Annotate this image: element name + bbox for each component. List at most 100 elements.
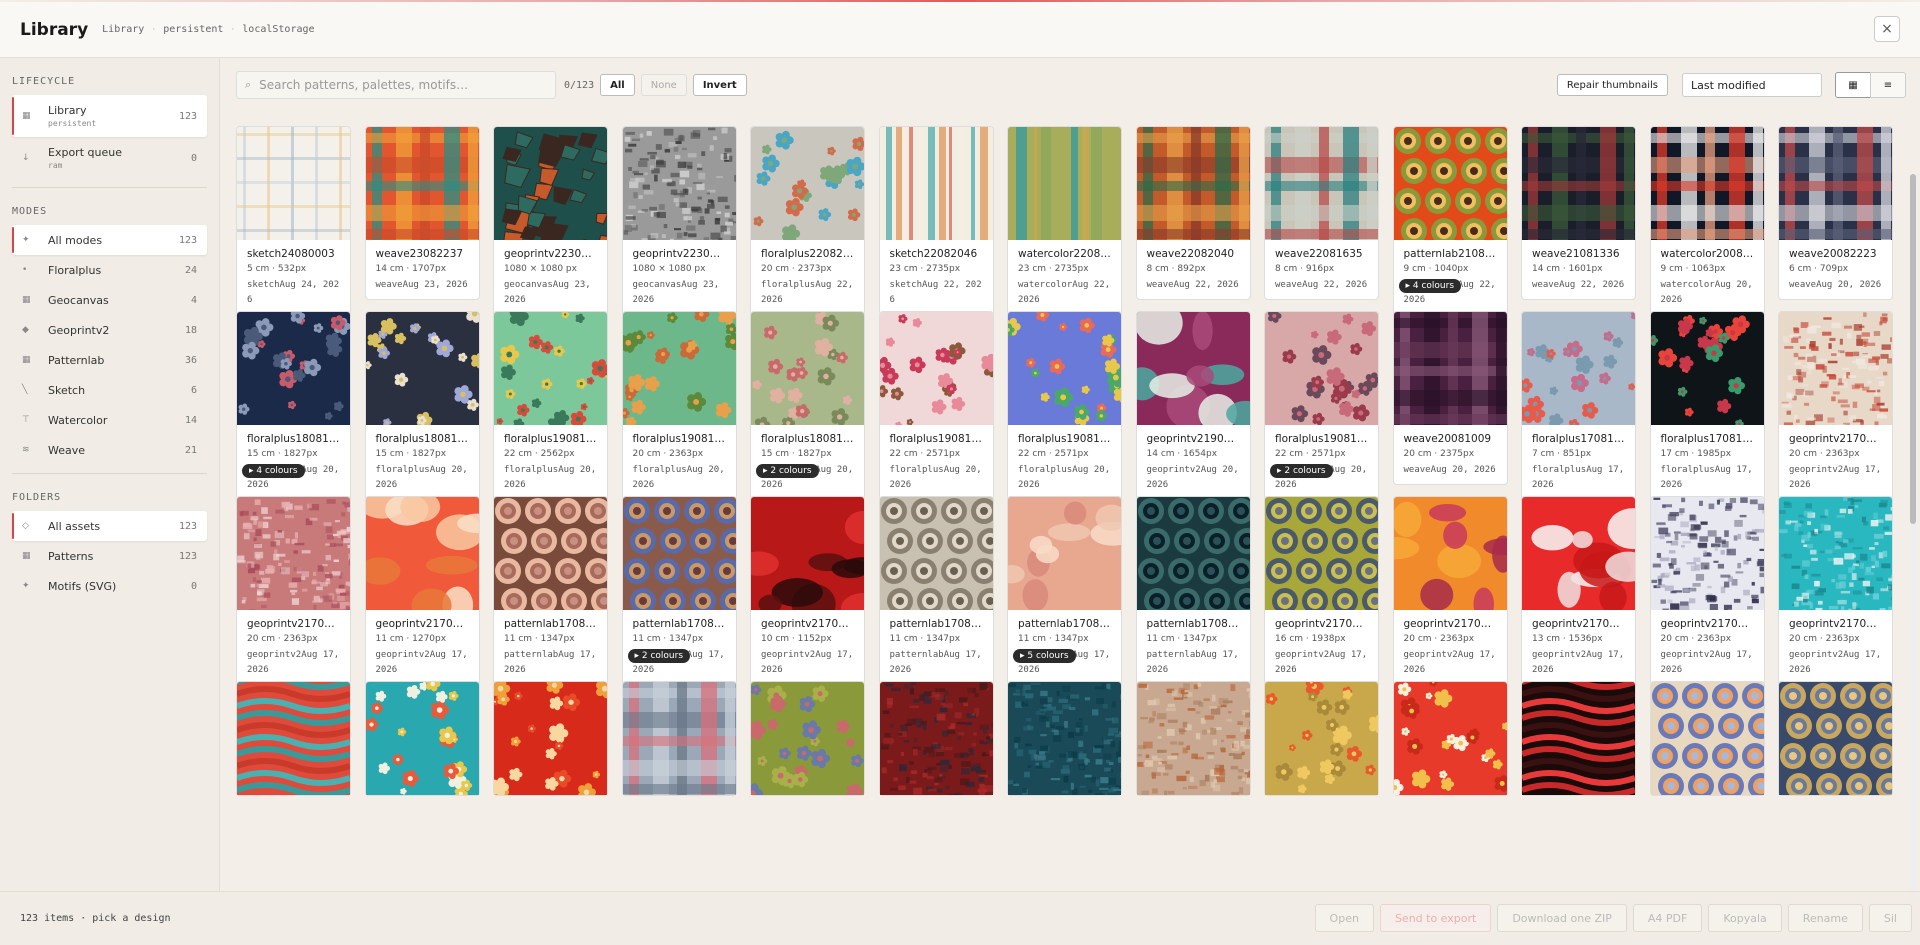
- sidebar-item-floralplus[interactable]: • Floralplus 24: [12, 255, 207, 285]
- asset-card[interactable]: weave23082237 14 cm · 1707px weaveAug 23, …: [364, 126, 480, 300]
- asset-card[interactable]: [1521, 681, 1636, 796]
- asset-card[interactable]: floralplus19081147 20 cm · 2363px floralpl…: [621, 311, 737, 500]
- asset-card[interactable]: geoprintv219081… 14 cm · 1654px geoprintv2…: [1135, 311, 1251, 500]
- asset-thumbnail[interactable]: [622, 312, 736, 425]
- asset-thumbnail[interactable]: [1008, 127, 1121, 240]
- repair-thumbnails-button[interactable]: Repair thumbnails: [1556, 74, 1668, 96]
- asset-thumbnail[interactable]: [494, 127, 607, 240]
- asset-card[interactable]: weave22081635 8 cm · 916px weaveAug 22, 20…: [1264, 126, 1379, 300]
- asset-card[interactable]: geoprintv217081… 16 cm · 1938px geoprintv2…: [1264, 496, 1379, 685]
- asset-card[interactable]: floralplus17081328 17 cm · 1985px floralpl…: [1649, 311, 1765, 500]
- asset-thumbnail[interactable]: [1393, 312, 1507, 425]
- scrollbar[interactable]: [1910, 174, 1916, 891]
- sidebar-item-export-queue[interactable]: ↓ Export queue ram 0: [12, 137, 207, 179]
- asset-card[interactable]: [1778, 681, 1893, 796]
- open-button[interactable]: Open: [1314, 904, 1374, 932]
- sidebar-item-weave[interactable]: ≋ Weave 21: [12, 435, 207, 465]
- asset-card[interactable]: weave22082040 8 cm · 892px weaveAug 22, 20…: [1135, 126, 1251, 300]
- select-none-button[interactable]: None: [640, 74, 687, 96]
- asset-card[interactable]: floralplus19081737 22 cm · 2571px floralpl…: [878, 311, 994, 500]
- asset-thumbnail[interactable]: [1522, 127, 1635, 240]
- colour-count-badge[interactable]: ▸ 5 colours: [1013, 649, 1076, 663]
- asset-thumbnail[interactable]: [1393, 682, 1507, 795]
- asset-card[interactable]: geoprintv217081… 11 cm · 1270px geoprintv2…: [364, 496, 480, 685]
- sort-select[interactable]: Last modified: [1682, 73, 1822, 97]
- asset-thumbnail[interactable]: [1136, 127, 1250, 240]
- asset-thumbnail[interactable]: [879, 497, 993, 610]
- asset-thumbnail[interactable]: [622, 127, 736, 240]
- asset-thumbnail[interactable]: [622, 497, 736, 610]
- asset-card[interactable]: patternlab170813…11 cm · 1347pxpatternla…: [1007, 496, 1122, 685]
- colour-count-badge[interactable]: ▸ 4 colours: [242, 464, 305, 478]
- asset-card[interactable]: geoprintv217081… 20 cm · 2363px geoprintv2…: [1392, 496, 1508, 685]
- asset-thumbnail[interactable]: [1136, 312, 1250, 425]
- asset-card[interactable]: weave21081336 14 cm · 1601px weaveAug 22, …: [1521, 126, 1636, 300]
- asset-thumbnail[interactable]: [1522, 312, 1635, 425]
- colour-count-badge[interactable]: ▸ 2 colours: [1270, 464, 1333, 478]
- asset-thumbnail[interactable]: [1779, 682, 1892, 795]
- sidebar-item-patterns[interactable]: ▦ Patterns 123: [12, 541, 207, 571]
- asset-card[interactable]: geoprintv217081… 20 cm · 2363px geoprintv2…: [1649, 496, 1765, 685]
- asset-card[interactable]: watercolor20082… 9 cm · 1063px watercolorA…: [1649, 126, 1765, 315]
- asset-card[interactable]: sketch22082046 23 cm · 2735px sketchAug 22…: [878, 126, 994, 315]
- asset-thumbnail[interactable]: [237, 497, 350, 610]
- asset-card[interactable]: patternlab170813…11 cm · 1347pxpatternla…: [493, 496, 608, 685]
- asset-card[interactable]: floralplus1808184815 cm · 1827pxfloralpl…: [236, 311, 351, 500]
- asset-thumbnail[interactable]: [1779, 127, 1892, 240]
- search-input[interactable]: [259, 78, 540, 92]
- asset-thumbnail[interactable]: [237, 127, 350, 240]
- asset-thumbnail[interactable]: [494, 682, 607, 795]
- a4-pdf-button[interactable]: A4 PDF: [1632, 904, 1703, 932]
- asset-card[interactable]: patternlab210813…9 cm · 1040pxpatternlab…: [1392, 126, 1508, 315]
- asset-thumbnail[interactable]: [237, 682, 350, 795]
- asset-card[interactable]: [750, 681, 865, 796]
- asset-thumbnail[interactable]: [1265, 682, 1378, 795]
- asset-thumbnail[interactable]: [751, 127, 864, 240]
- asset-card[interactable]: floralplus18081846 15 cm · 1827px floralpl…: [364, 311, 480, 500]
- asset-card[interactable]: geoprintv217081… 20 cm · 2363px geoprintv2…: [236, 496, 351, 685]
- scrollbar-thumb[interactable]: [1910, 174, 1916, 524]
- asset-card[interactable]: floralplus19081154 22 cm · 2571px floralpl…: [1007, 311, 1122, 500]
- asset-card[interactable]: [1264, 681, 1379, 796]
- asset-thumbnail[interactable]: [1265, 497, 1378, 610]
- sidebar-item-geocanvas[interactable]: ▦ Geocanvas 4: [12, 285, 207, 315]
- sidebar-item-watercolor[interactable]: ⊤ Watercolor 14: [12, 405, 207, 435]
- list-view-button[interactable]: ≡: [1870, 72, 1906, 98]
- asset-thumbnail[interactable]: [1393, 497, 1507, 610]
- asset-thumbnail[interactable]: [622, 682, 736, 795]
- sidebar-item-library[interactable]: ▦ Library persistent 123: [12, 95, 207, 137]
- asset-thumbnail[interactable]: [1008, 682, 1121, 795]
- asset-thumbnail[interactable]: [1136, 497, 1250, 610]
- asset-thumbnail[interactable]: [1779, 312, 1892, 425]
- asset-card[interactable]: [878, 681, 994, 796]
- grid-view-button[interactable]: ▦: [1835, 72, 1871, 98]
- download-zip-button[interactable]: Download one ZIP: [1497, 904, 1627, 932]
- asset-card[interactable]: watercolor22082… 23 cm · 2735px watercolor…: [1007, 126, 1122, 315]
- asset-thumbnail[interactable]: [1779, 497, 1892, 610]
- colour-count-badge[interactable]: ▸ 4 colours: [1398, 279, 1462, 293]
- asset-thumbnail[interactable]: [365, 312, 479, 425]
- asset-thumbnail[interactable]: [879, 682, 993, 795]
- asset-thumbnail[interactable]: [751, 497, 864, 610]
- colour-count-badge[interactable]: ▸ 2 colours: [756, 464, 819, 478]
- search-box[interactable]: ⌕: [236, 71, 556, 99]
- asset-card[interactable]: [621, 681, 737, 796]
- asset-card[interactable]: geoprintv217081… 10 cm · 1152px geoprintv2…: [750, 496, 865, 685]
- asset-thumbnail[interactable]: [751, 312, 864, 425]
- asset-card[interactable]: sketch24080003 5 cm · 532px sketchAug 24, …: [236, 126, 351, 315]
- asset-card[interactable]: floralplus17081326 7 cm · 851px floralplus…: [1521, 311, 1636, 500]
- asset-card[interactable]: floralplus1908173322 cm · 2571pxfloralpl…: [1264, 311, 1379, 500]
- asset-thumbnail[interactable]: [1522, 497, 1635, 610]
- send-to-export-button[interactable]: Send to export: [1379, 904, 1492, 932]
- sidebar-item-sketch[interactable]: ╲ Sketch 6: [12, 375, 207, 405]
- asset-thumbnail[interactable]: [365, 497, 479, 610]
- delete-button[interactable]: Sil: [1868, 904, 1912, 932]
- asset-card[interactable]: [236, 681, 351, 796]
- asset-thumbnail[interactable]: [1650, 312, 1764, 425]
- asset-card[interactable]: floralplus1808185115 cm · 1827pxfloralpl…: [750, 311, 865, 500]
- asset-thumbnail[interactable]: [1136, 682, 1250, 795]
- asset-thumbnail[interactable]: [879, 127, 993, 240]
- asset-thumbnail[interactable]: [1650, 682, 1764, 795]
- asset-card[interactable]: patternlab170813…11 cm · 1347pxpatternla…: [878, 496, 994, 685]
- asset-card[interactable]: weave20081009 20 cm · 2375px weaveAug 20, …: [1392, 311, 1508, 485]
